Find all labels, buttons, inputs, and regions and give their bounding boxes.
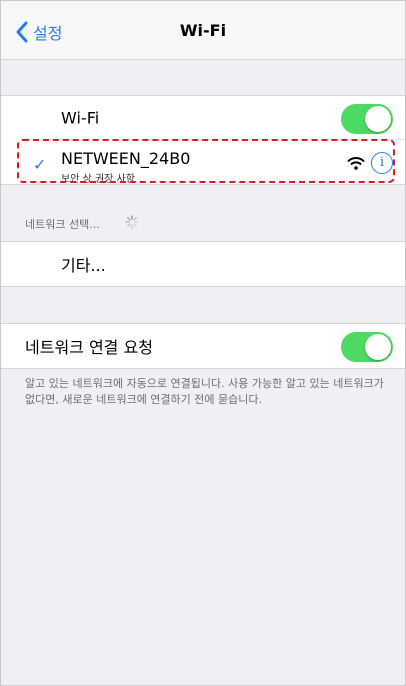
loading-spinner-icon xyxy=(125,215,139,229)
wifi-group: Wi-Fi ✓ NETWEEN_24B0 보안 상 권장 사항 i xyxy=(1,95,405,185)
wifi-signal-icon xyxy=(347,157,365,170)
other-group: 기타... xyxy=(1,241,405,287)
other-label: 기타... xyxy=(61,256,106,275)
wifi-toggle[interactable] xyxy=(341,104,393,134)
toggle-knob xyxy=(365,334,391,360)
network-row-connected[interactable]: ✓ NETWEEN_24B0 보안 상 권장 사항 i xyxy=(1,140,405,185)
ask-to-join-label: 네트워크 연결 요청 xyxy=(25,338,153,357)
page-title: Wi-Fi xyxy=(179,21,227,40)
network-name: NETWEEN_24B0 xyxy=(61,149,191,168)
info-icon[interactable]: i xyxy=(371,152,393,174)
network-select-header: 네트워크 선택... xyxy=(25,218,100,231)
ask-to-join-toggle[interactable] xyxy=(341,332,393,362)
navigation-bar: 설정 Wi-Fi xyxy=(1,1,405,60)
checkmark-icon: ✓ xyxy=(33,155,47,174)
wifi-label: Wi-Fi xyxy=(61,108,100,128)
ask-to-join-row: 네트워크 연결 요청 xyxy=(1,324,405,368)
ask-to-join-group: 네트워크 연결 요청 xyxy=(1,323,405,369)
network-security-note: 보안 상 권장 사항 xyxy=(61,174,135,185)
other-network-row[interactable]: 기타... xyxy=(1,242,405,286)
ask-to-join-description: 알고 있는 네트워크에 자동으로 연결됩니다. 사용 가능한 알고 있는 네트워… xyxy=(25,377,384,406)
toggle-knob xyxy=(365,106,391,132)
settings-screen: 설정 Wi-Fi Wi-Fi ✓ NETWEEN_24B0 보안 상 권장 사항… xyxy=(0,0,406,686)
wifi-toggle-row: Wi-Fi xyxy=(1,96,405,140)
